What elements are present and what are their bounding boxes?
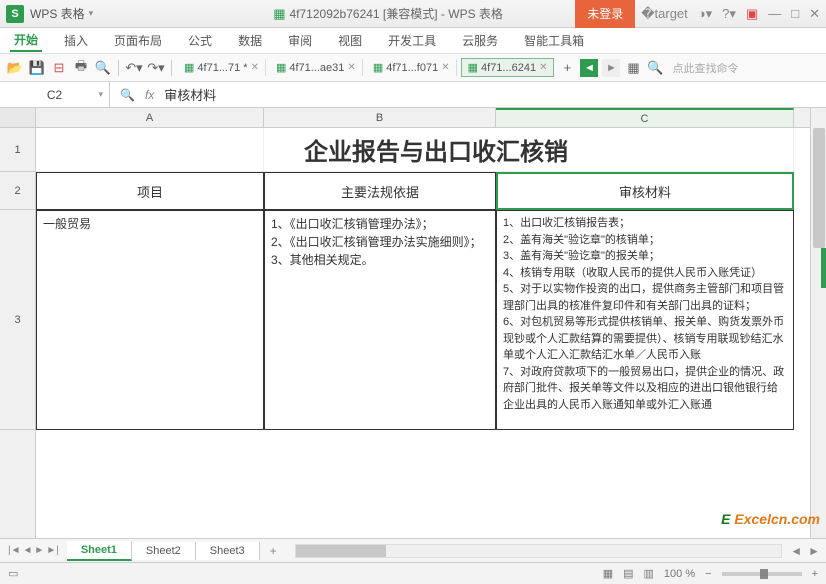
scroll-thumb[interactable] [813, 128, 825, 248]
close-tab-icon[interactable]: ✕ [441, 62, 449, 73]
cell-b3[interactable]: 1、《出口收汇核销管理办法》； 2、《出口收汇核销管理办法实施细则》； 3、其他… [264, 210, 496, 430]
row-header-2[interactable]: 2 [0, 172, 35, 210]
vertical-scrollbar[interactable] [810, 108, 826, 538]
horizontal-scrollbar[interactable] [295, 544, 783, 558]
column-headers: A B C [36, 108, 810, 128]
hscroll-right-icon[interactable]: ► [808, 544, 820, 558]
menu-formula[interactable]: 公式 [184, 30, 216, 51]
cell-b2[interactable]: 主要法规依据 [264, 172, 496, 210]
document-title: ▦ 4f712092b76241 [兼容模式] - WPS 表格 [273, 5, 503, 22]
cell-a2[interactable]: 项目 [36, 172, 264, 210]
sheet-first-icon[interactable]: |◄ [8, 545, 21, 556]
status-bar: ▭ ▦ ▤ ▥ 100 % − + [0, 562, 826, 584]
ribbon-toggle-icon[interactable]: ▣ [746, 6, 758, 22]
menu-data[interactable]: 数据 [234, 30, 266, 51]
menu-insert[interactable]: 插入 [60, 30, 92, 51]
doc-tab-3[interactable]: ▦4f71...f071✕ [367, 59, 457, 76]
format-icon[interactable]: ⊟ [50, 59, 68, 77]
row-header-3[interactable]: 3 [0, 210, 35, 430]
tab-prev-button[interactable]: ◄ [580, 59, 598, 77]
select-all-corner[interactable] [0, 108, 35, 128]
menu-cloud[interactable]: 云服务 [458, 30, 502, 51]
sheet-tabs-bar: |◄ ◄ ► ►| Sheet1 Sheet2 Sheet3 + ◄ ► [0, 538, 826, 562]
maximize-button[interactable]: □ [791, 6, 799, 21]
sheet-last-icon[interactable]: ►| [46, 545, 59, 556]
fx-search-icon[interactable]: 🔍 [120, 88, 135, 102]
skin-icon[interactable]: ◑▾ [698, 6, 712, 22]
cell-c2[interactable]: 审核材料 [496, 172, 794, 210]
row-header-1[interactable]: 1 [0, 128, 35, 172]
side-panel-tab[interactable] [821, 248, 826, 288]
zoom-value[interactable]: 100 % [664, 568, 695, 580]
name-box[interactable]: C2 [0, 82, 110, 107]
doc-tab-4[interactable]: ▦4f71...6241✕ [461, 58, 555, 77]
add-sheet-button[interactable]: + [260, 541, 287, 561]
app-name: WPS 表格 [30, 5, 85, 22]
col-header-a[interactable]: A [36, 108, 264, 127]
tab-list-icon[interactable]: ▦ [624, 59, 642, 77]
menu-view[interactable]: 视图 [334, 30, 366, 51]
view-page-icon[interactable]: ▤ [623, 567, 633, 580]
view-normal-icon[interactable]: ▦ [603, 567, 613, 580]
sync-icon[interactable]: �target [641, 6, 688, 22]
login-button[interactable]: 未登录 [575, 0, 635, 28]
close-tab-icon[interactable]: ✕ [539, 62, 547, 73]
doc-title-text: 4f712092b76241 [兼容模式] - WPS 表格 [290, 5, 503, 22]
zoom-out-button[interactable]: − [705, 568, 711, 580]
formula-input[interactable] [164, 87, 340, 102]
cell-c3[interactable]: 1、出口收汇核销报告表； 2、盖有海关"验讫章"的核销单； 3、盖有海关"验讫章… [496, 210, 794, 430]
sheet-prev-icon[interactable]: ◄ [23, 545, 33, 556]
col-header-c[interactable]: C [496, 108, 794, 127]
minimize-button[interactable]: — [768, 6, 781, 21]
tab-next-button[interactable]: ► [602, 59, 620, 77]
search-icon[interactable]: 🔍 [646, 59, 664, 77]
menu-smart-tools[interactable]: 智能工具箱 [520, 30, 588, 51]
cell-a1[interactable] [36, 128, 264, 172]
menu-start[interactable]: 开始 [10, 29, 42, 52]
close-tab-icon[interactable]: ✕ [251, 62, 259, 73]
sheet-next-icon[interactable]: ► [34, 545, 44, 556]
hscroll-thumb[interactable] [296, 545, 386, 557]
save-icon[interactable]: 💾 [28, 59, 46, 77]
help-icon[interactable]: ?▾ [722, 6, 736, 22]
doc-tab-2[interactable]: ▦4f71...ae31✕ [270, 59, 363, 76]
sheet-tab-3[interactable]: Sheet3 [196, 542, 260, 560]
preview-icon[interactable]: 🔍 [94, 59, 112, 77]
add-tab-icon[interactable]: + [558, 59, 576, 77]
row-headers: 1 2 3 [0, 108, 36, 538]
col-header-b[interactable]: B [264, 108, 496, 127]
wps-logo-icon: S [6, 5, 24, 23]
formula-bar: C2 🔍 fx [0, 82, 826, 108]
window-controls: �target ◑▾ ?▾ ▣ — □ ✕ [641, 6, 820, 22]
search-hint[interactable]: 点此查找命令 [672, 60, 738, 76]
cell-title-merged[interactable]: 企业报告与出口收汇核销 [264, 128, 794, 172]
sheet-nav: |◄ ◄ ► ►| [0, 545, 67, 556]
book-icon[interactable]: ▭ [8, 567, 18, 580]
menu-dev-tools[interactable]: 开发工具 [384, 30, 440, 51]
fx-icon[interactable]: fx [145, 88, 154, 102]
title-bar: S WPS 表格 ▾ ▦ 4f712092b76241 [兼容模式] - WPS… [0, 0, 826, 28]
print-icon[interactable]: 🖶 [72, 59, 90, 77]
sheet-tab-1[interactable]: Sheet1 [67, 541, 132, 561]
menu-page-layout[interactable]: 页面布局 [110, 30, 166, 51]
undo-icon[interactable]: ↶▾ [125, 59, 143, 77]
cell-a3[interactable]: 一般贸易 [36, 210, 264, 430]
open-icon[interactable]: 📂 [6, 59, 24, 77]
watermark: E Excelcn.com [721, 511, 820, 527]
sheet-tab-2[interactable]: Sheet2 [132, 542, 196, 560]
zoom-slider[interactable] [722, 572, 802, 576]
toolbar: 📂 💾 ⊟ 🖶 🔍 ↶▾ ↷▾ ▦4f71...71 *✕ ▦4f71...ae… [0, 54, 826, 82]
close-tab-icon[interactable]: ✕ [347, 62, 355, 73]
close-button[interactable]: ✕ [809, 6, 820, 22]
menu-bar: 开始 插入 页面布局 公式 数据 审阅 视图 开发工具 云服务 智能工具箱 [0, 28, 826, 54]
doc-tab-1[interactable]: ▦4f71...71 *✕ [178, 59, 266, 76]
spreadsheet-icon: ▦ [273, 6, 285, 22]
redo-icon[interactable]: ↷▾ [147, 59, 165, 77]
menu-review[interactable]: 审阅 [284, 30, 316, 51]
zoom-in-button[interactable]: + [812, 568, 818, 580]
app-menu-dropdown[interactable]: ▾ [89, 8, 94, 19]
spreadsheet-grid: 1 2 3 A B C 企业报告与出口收汇核销 项目 主要法规依据 审核材料 一… [0, 108, 826, 538]
hscroll-left-icon[interactable]: ◄ [790, 544, 802, 558]
view-break-icon[interactable]: ▥ [644, 567, 654, 580]
